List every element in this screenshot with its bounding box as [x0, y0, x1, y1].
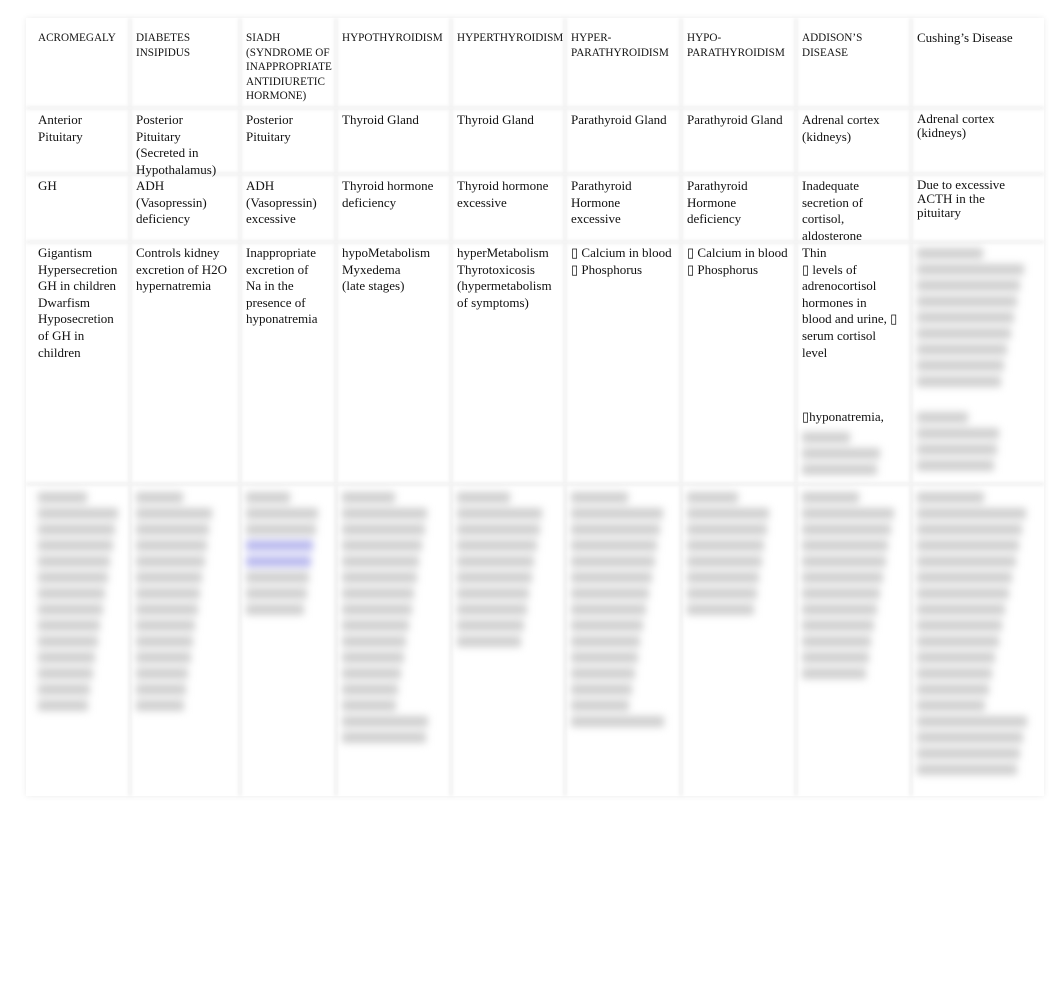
column-divider [563, 18, 567, 796]
table-cell: Inappropriate excretion of Na in the pre… [246, 245, 318, 327]
table-cell: GH [38, 178, 57, 193]
column-header: Cushing’s Disease [917, 30, 1013, 45]
table-cell: ADH (Vasopressin) excessive [246, 178, 317, 227]
row-divider [26, 482, 1044, 486]
table-cell: Inadequate secretion of cortisol, aldost… [802, 178, 864, 243]
obscured-text [802, 432, 882, 480]
obscured-text [136, 492, 214, 716]
column-header: HYPOTHYROIDISM [342, 32, 443, 44]
table-cell: ▯ Calcium in blood ▯ Phosphorus [687, 245, 788, 277]
table-cell: ▯ Calcium in blood ▯ Phosphorus [571, 245, 672, 277]
column-header: SIADH (SYNDROME OF INAPPROPRIATE ANTIDIU… [246, 32, 332, 102]
table-cell: Thyroid hormone deficiency [342, 178, 434, 210]
column-header: ADDISON’S DISEASE [802, 32, 863, 59]
obscured-text [246, 492, 320, 620]
column-header: HYPER- PARATHYROIDISM [571, 32, 669, 59]
table-cell: Due to excessive ACTH in the pituitary [917, 177, 1006, 220]
table-cell: ADH (Vasopressin) deficiency [136, 178, 207, 227]
table-cell: Thyroid Gland [457, 112, 534, 127]
obscured-text [687, 492, 772, 620]
table-cell: Parathyroid Gland [687, 112, 783, 127]
table-cell: Thyroid hormone excessive [457, 178, 549, 210]
obscured-text [802, 492, 897, 684]
table-cell: Adrenal cortex (kidneys) [802, 112, 880, 144]
table-cell: Gigantism Hypersecretion GH in children … [38, 245, 118, 360]
table-cell: Parathyroid Gland [571, 112, 667, 127]
table-cell: hyperMetabolism Thyrotoxicosis (hypermet… [457, 245, 552, 310]
table-cell: Parathyroid Hormone excessive [571, 178, 632, 227]
column-divider [334, 18, 338, 796]
table-cell: Parathyroid Hormone deficiency [687, 178, 748, 227]
table-cell: Thyroid Gland [342, 112, 419, 127]
column-header: HYPERTHYROIDISM [457, 32, 564, 44]
addison-hyponatremia: ▯hyponatremia, [802, 409, 884, 424]
column-divider [449, 18, 453, 796]
column-header: HYPO- PARATHYROIDISM [687, 32, 785, 59]
obscured-text [342, 492, 430, 748]
row-divider [26, 240, 1044, 244]
obscured-text [917, 248, 1027, 392]
obscured-text [571, 492, 666, 732]
column-divider [679, 18, 683, 796]
table-cell: Anterior Pituitary [38, 112, 83, 144]
obscured-text [38, 492, 120, 716]
table-cell: Controls kidney excretion of H2O hyperna… [136, 245, 227, 294]
table-cell: Adrenal cortex (kidneys) [917, 111, 995, 140]
obscured-text [917, 412, 1002, 476]
column-divider [238, 18, 242, 796]
table-cell: Posterior Pituitary [246, 112, 293, 144]
column-divider [128, 18, 132, 796]
column-header: DIABETES INSIPIDUS [136, 32, 191, 59]
table-cell: hypoMetabolism Myxedema (late stages) [342, 245, 431, 294]
row-divider [26, 106, 1044, 110]
column-divider [794, 18, 798, 796]
table-cell: Thin ▯ levels of adrenocortisol hormones… [802, 245, 898, 360]
column-header: ACROMEGALY [38, 32, 116, 44]
obscured-text [457, 492, 545, 652]
table-cell: Posterior Pituitary (Secreted in Hypotha… [136, 112, 217, 177]
column-divider [909, 18, 913, 796]
obscured-text [917, 492, 1029, 780]
